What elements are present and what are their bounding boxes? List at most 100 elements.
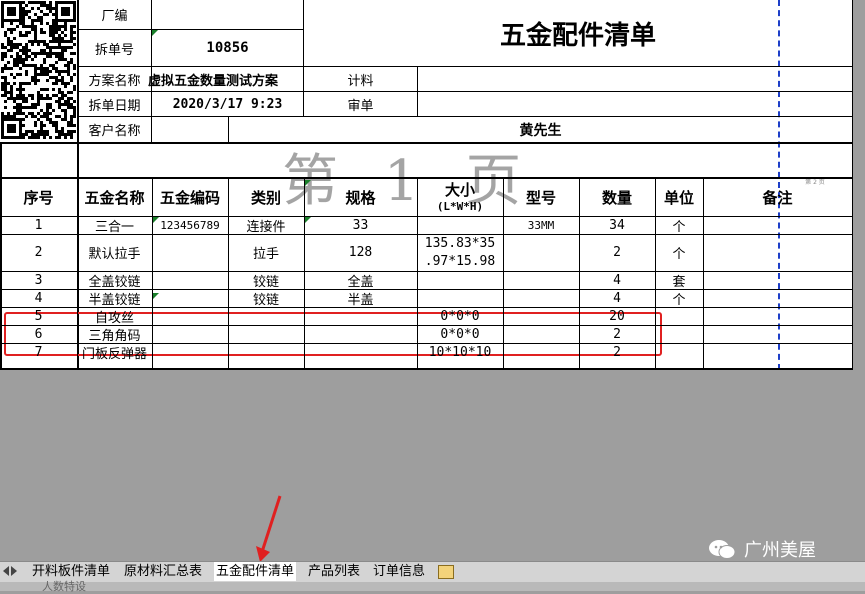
spreadsheet-sheet[interactable]: 第 1 页 第 2 页 厂编 拆单号 10856 方案名称 虚拟五金数量测试方案… — [0, 0, 853, 370]
cell-size[interactable] — [417, 271, 503, 289]
col-no: 序号 — [23, 189, 54, 207]
cell-qty[interactable]: 4 — [579, 289, 655, 307]
cell-no[interactable]: 4 — [0, 289, 77, 307]
cell-spec[interactable]: 半盖 — [304, 289, 417, 308]
cell-code[interactable] — [152, 234, 228, 271]
cell-note[interactable] — [703, 271, 852, 289]
cell-category[interactable] — [228, 307, 304, 325]
next-sheet-icon[interactable] — [11, 566, 17, 576]
cell-no[interactable]: 7 — [0, 343, 77, 361]
cell-unit[interactable] — [655, 307, 703, 325]
cell-no[interactable]: 6 — [0, 325, 77, 343]
cell-qty[interactable]: 4 — [579, 271, 655, 289]
insert-sheet-icon[interactable] — [438, 565, 454, 579]
cell-code[interactable] — [152, 325, 228, 343]
comment-indicator — [305, 217, 311, 223]
cell-name[interactable]: 全盖铰链 — [77, 271, 152, 290]
cell-category[interactable] — [228, 325, 304, 343]
cell-unit[interactable] — [655, 343, 703, 361]
cell-model[interactable] — [503, 343, 579, 361]
prev-sheet-icon[interactable] — [3, 566, 9, 576]
sheet-title: 五金配件清单 — [499, 20, 656, 51]
cell-size[interactable]: 0*0*0 — [417, 307, 503, 325]
cell-note[interactable] — [703, 325, 852, 343]
cell-name[interactable]: 自攻丝 — [77, 307, 152, 326]
cell-size-cont[interactable]: .97*15.98 — [417, 252, 503, 270]
cell-size[interactable]: 10*10*10 — [417, 343, 503, 361]
cell-spec[interactable]: 33 — [304, 216, 417, 234]
cell-spec[interactable] — [304, 325, 417, 343]
cell-code[interactable] — [152, 343, 228, 361]
split-no-value[interactable]: 10856 — [152, 30, 303, 66]
cell-name[interactable]: 门板反弹器 — [77, 343, 152, 362]
cell-note[interactable] — [703, 289, 852, 307]
cell-qty[interactable]: 2 — [579, 325, 655, 343]
qr-code-image — [0, 0, 77, 140]
cell-note[interactable] — [703, 343, 852, 361]
col-category: 类别 — [250, 189, 281, 207]
cell-model[interactable] — [503, 289, 579, 307]
cell-code[interactable] — [152, 289, 228, 307]
tab-product-list[interactable]: 产品列表 — [306, 562, 362, 581]
cell-name[interactable]: 半盖铰链 — [77, 289, 152, 308]
cell-category[interactable]: 铰链 — [228, 289, 304, 308]
cell-qty[interactable]: 2 — [579, 343, 655, 361]
cell-category[interactable]: 拉手 — [228, 234, 304, 271]
cell-category[interactable]: 铰链 — [228, 271, 304, 290]
sheet-tab-bar: 开料板件清单 原材料汇总表 五金配件清单 产品列表 订单信息 — [0, 561, 865, 583]
cell-note[interactable] — [703, 216, 852, 234]
cell-unit[interactable]: 套 — [655, 271, 703, 290]
split-date-value[interactable]: 2020/3/17 9:23 — [152, 92, 303, 116]
cell-code[interactable] — [152, 307, 228, 325]
cell-model[interactable] — [503, 234, 579, 271]
cell-no[interactable]: 3 — [0, 271, 77, 289]
cell-model[interactable] — [503, 325, 579, 343]
label-calc: 计料 — [347, 73, 374, 89]
cell-spec[interactable]: 128 — [304, 234, 417, 271]
col-qty: 数量 — [601, 189, 632, 207]
col-unit: 单位 — [663, 189, 694, 207]
comment-indicator — [153, 293, 159, 299]
cell-no[interactable]: 5 — [0, 307, 77, 325]
cell-size[interactable]: 135.83*35 — [417, 234, 503, 252]
label-split-no: 拆单号 — [94, 42, 134, 58]
cell-category[interactable]: 连接件 — [228, 216, 304, 235]
cell-code[interactable] — [152, 271, 228, 289]
label-customer-name: 客户名称 — [88, 124, 141, 139]
cell-size[interactable]: 0*0*0 — [417, 325, 503, 343]
cell-model[interactable] — [503, 271, 579, 289]
cell-spec[interactable] — [304, 343, 417, 361]
cell-name[interactable]: 默认拉手 — [77, 234, 152, 271]
col-model: 型号 — [525, 189, 556, 207]
cell-size[interactable] — [417, 289, 503, 307]
cell-name[interactable]: 三合一 — [77, 216, 152, 235]
cell-name[interactable]: 三角角码 — [77, 325, 152, 344]
cell-note[interactable] — [703, 307, 852, 325]
tab-order-info[interactable]: 订单信息 — [371, 562, 427, 581]
cell-unit[interactable]: 个 — [655, 216, 703, 235]
tab-material-summary[interactable]: 原材料汇总表 — [122, 562, 204, 581]
cell-qty[interactable]: 2 — [579, 234, 655, 271]
cell-code[interactable]: 123456789 — [152, 216, 228, 234]
cell-qty[interactable]: 20 — [579, 307, 655, 325]
customer-name-value[interactable]: 黄先生 — [229, 117, 852, 142]
cell-model[interactable] — [503, 307, 579, 325]
cell-unit[interactable]: 个 — [655, 289, 703, 308]
cell-unit[interactable]: 个 — [655, 234, 703, 271]
cell-qty[interactable]: 34 — [579, 216, 655, 234]
brand-name: 广州美屋 — [744, 540, 816, 561]
cell-note[interactable] — [703, 234, 852, 271]
col-spec: 规格 — [345, 189, 376, 207]
cell-spec[interactable] — [304, 307, 417, 325]
cell-size[interactable] — [417, 216, 503, 234]
cell-spec[interactable]: 全盖 — [304, 271, 417, 290]
scheme-name-value[interactable]: 虚拟五金数量测试方案 — [148, 67, 303, 91]
cell-model[interactable]: 33MM — [503, 216, 579, 234]
label-scheme-name: 方案名称 — [88, 73, 141, 89]
cell-no[interactable]: 2 — [0, 234, 77, 271]
chat-bubbles-icon — [709, 540, 736, 559]
tab-hardware-list[interactable]: 五金配件清单 — [214, 562, 297, 581]
cell-no[interactable]: 1 — [0, 216, 77, 234]
cell-category[interactable] — [228, 343, 304, 361]
cell-unit[interactable] — [655, 325, 703, 343]
